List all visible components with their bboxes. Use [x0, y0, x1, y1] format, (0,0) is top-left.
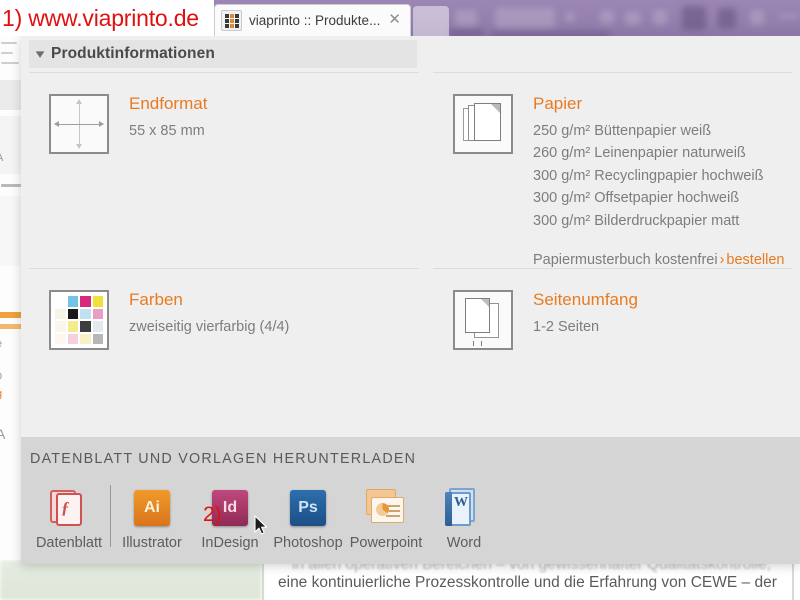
color-swatch — [92, 308, 103, 319]
color-swatch — [55, 321, 66, 332]
download-item-label: InDesign — [201, 535, 259, 551]
powerpoint-icon — [365, 489, 407, 527]
photoshop-icon: Ps — [290, 490, 326, 526]
download-item-photoshop[interactable]: Ps Photoshop — [269, 485, 347, 551]
order-note: Papiermusterbuch kostenfrei — [533, 252, 718, 269]
item-title: Farben — [129, 290, 183, 309]
color-swatch — [55, 296, 66, 307]
divider — [433, 72, 792, 73]
item-line: 55 x 85 mm — [129, 122, 205, 139]
item-line: 260 g/m² Leinenpapier naturweiß — [533, 145, 746, 162]
download-item-label: Datenblatt — [35, 535, 103, 551]
illustrator-icon: Ai — [134, 490, 170, 526]
browser-tab-active[interactable]: viaprinto :: Produkte... ✕ — [214, 4, 411, 36]
color-swatch — [92, 296, 103, 307]
divider — [110, 485, 111, 547]
product-info-grid: Endformat 55 x 85 mm Papier 250 g/m² Büt… — [29, 72, 792, 447]
tab-stub[interactable] — [413, 6, 449, 36]
section-title: Produktinformationen — [51, 45, 215, 62]
color-swatch — [55, 308, 66, 319]
download-item-datenblatt[interactable]: ƒ Datenblatt — [30, 485, 108, 551]
download-item-label: Powerpoint — [349, 535, 423, 551]
word-icon: W — [445, 488, 483, 528]
paper-stack-icon — [453, 94, 513, 154]
background-page-bottom: in allen operativen Bereichen – von gewi… — [0, 560, 800, 600]
color-swatch — [80, 296, 91, 307]
order-link[interactable]: bestellen — [726, 252, 784, 268]
color-swatch — [67, 321, 78, 332]
color-swatch — [92, 321, 103, 332]
download-item-label: Illustrator — [122, 535, 182, 551]
color-swatch — [67, 296, 78, 307]
item-line: 300 g/m² Recyclingpapier hochweiß — [533, 167, 764, 184]
paper-sample-order-row: Papiermusterbuch kostenfrei › bestellen — [533, 252, 784, 268]
download-item-word[interactable]: W Word — [425, 485, 503, 551]
product-info-item-seitenumfang: Seitenumfang 1-2 Seiten — [433, 268, 792, 398]
item-line: 250 g/m² Büttenpapier weiß — [533, 122, 712, 139]
download-item-illustrator[interactable]: Ai Illustrator — [113, 485, 191, 551]
pages-icon — [453, 290, 513, 350]
color-swatch — [55, 333, 66, 344]
format-crosshair-icon — [49, 94, 109, 154]
download-item-label: Photoshop — [273, 535, 343, 551]
section-header-produktinformationen[interactable]: ▾ Produktinformationen — [29, 40, 417, 68]
color-swatch — [67, 333, 78, 344]
item-line: 300 g/m² Bilderdruckpapier matt — [533, 212, 740, 229]
product-info-item-endformat: Endformat 55 x 85 mm — [29, 72, 419, 268]
item-line: 1-2 Seiten — [533, 318, 600, 335]
annotation-step-1: 1) www.viaprinto.de — [0, 0, 214, 36]
color-swatch — [67, 308, 78, 319]
color-swatches-icon — [49, 290, 109, 350]
download-bar: DATENBLATT UND VORLAGEN HERUNTERLADEN ƒ … — [21, 437, 800, 564]
color-swatch — [80, 321, 91, 332]
download-bar-title: DATENBLATT UND VORLAGEN HERUNTERLADEN — [30, 451, 417, 467]
product-info-item-papier: Papier 250 g/m² Büttenpapier weiß 260 g/… — [433, 72, 792, 268]
annotation-step-2: 2) — [203, 503, 222, 526]
chevron-down-icon: ▾ — [35, 46, 45, 61]
color-swatch — [80, 333, 91, 344]
background-body-text: eine kontinuierliche Prozesskontrolle un… — [278, 574, 777, 591]
item-title: Seitenumfang — [533, 290, 638, 309]
item-line: zweiseitig vierfarbig (4/4) — [129, 318, 290, 335]
item-title: Papier — [533, 94, 583, 113]
color-swatch — [92, 333, 103, 344]
close-icon[interactable]: ✕ — [385, 12, 404, 29]
browser-tab-title: viaprinto :: Produkte... — [249, 13, 381, 28]
divider — [29, 72, 419, 73]
item-line: 300 g/m² Offsetpapier hochweiß — [533, 190, 740, 207]
divider — [433, 268, 792, 269]
screenshot-root: A e l p g A in allen operativen Bereiche… — [0, 0, 800, 600]
color-swatch — [80, 308, 91, 319]
mouse-cursor — [254, 515, 268, 536]
viaprinto-favicon — [221, 10, 242, 31]
download-item-label: Word — [446, 535, 482, 551]
download-item-powerpoint[interactable]: Powerpoint — [347, 485, 425, 551]
annotation-step-1-label: 1) www.viaprinto.de — [2, 4, 199, 31]
product-info-item-farben: Farben zweiseitig vierfarbig (4/4) — [29, 268, 419, 398]
item-title: Endformat — [129, 94, 208, 113]
divider — [29, 268, 419, 269]
pdf-datasheet-icon: ƒ — [50, 488, 88, 528]
